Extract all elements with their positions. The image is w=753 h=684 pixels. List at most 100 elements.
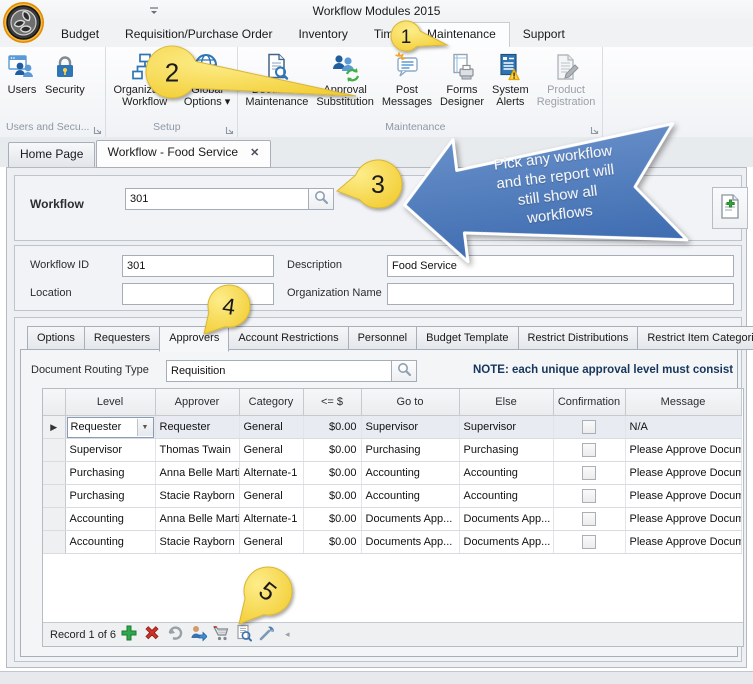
cell-else[interactable]: Supervisor (459, 416, 553, 439)
cell-approver[interactable]: Anna Belle Martin (155, 462, 239, 485)
doc-tab-home-page[interactable]: Home Page (8, 142, 95, 168)
table-row[interactable]: AccountingStacie RaybornGeneral$0.00Docu… (43, 531, 741, 554)
table-row[interactable]: SupervisorThomas TwainGeneral$0.00Purcha… (43, 439, 741, 462)
cell-category[interactable]: Alternate-1 (239, 462, 303, 485)
cell-category[interactable]: General (239, 531, 303, 554)
confirmation-checkbox[interactable] (582, 489, 596, 503)
organization-name-input[interactable] (387, 283, 734, 305)
delete-button[interactable] (142, 625, 162, 644)
cell-category[interactable]: General (239, 439, 303, 462)
close-icon[interactable]: ✕ (250, 142, 259, 165)
cell-approver[interactable]: Anna Belle Martin (155, 508, 239, 531)
cell-else[interactable]: Accounting (459, 462, 553, 485)
users-button[interactable]: Users (3, 50, 41, 98)
cell-level[interactable]: Accounting (65, 531, 155, 554)
cell-category[interactable]: Alternate-1 (239, 508, 303, 531)
ribbon-tab-time[interactable]: Time (361, 22, 413, 46)
cell-approver[interactable]: Stacie Rayborn (155, 531, 239, 554)
ribbon-tab-maintenance[interactable]: Maintenance (413, 22, 510, 47)
cell-message[interactable]: Please Approve Documen. (625, 485, 741, 508)
cell-message[interactable]: N/A (625, 416, 741, 439)
cell-confirmation[interactable] (553, 416, 625, 439)
cell-approver[interactable]: Stacie Rayborn (155, 485, 239, 508)
confirmation-checkbox[interactable] (582, 443, 596, 457)
dialog-launcher-icon[interactable] (225, 125, 234, 134)
forms-designer-button[interactable]: FormsDesigner (436, 50, 488, 110)
cell-amount[interactable]: $0.00 (303, 485, 361, 508)
dropdown-caret-icon[interactable]: ▼ (137, 419, 153, 436)
scroll-left-icon[interactable]: ◂ (285, 629, 290, 640)
column-header-message[interactable]: Message (625, 389, 741, 416)
tab-requesters[interactable]: Requesters (84, 326, 160, 350)
tab-restrict-item-categories[interactable]: Restrict Item Categories (637, 326, 753, 350)
ribbon-tab-inventory[interactable]: Inventory (285, 22, 360, 46)
dialog-launcher-icon[interactable] (93, 125, 102, 134)
tab-account-restrictions[interactable]: Account Restrictions (228, 326, 348, 350)
cell-level[interactable]: Purchasing (65, 462, 155, 485)
ribbon-tab-budget[interactable]: Budget (48, 22, 112, 46)
cell-level[interactable]: Supervisor (65, 439, 155, 462)
cell-confirmation[interactable] (553, 508, 625, 531)
description-input[interactable] (387, 255, 734, 277)
cell-message[interactable]: Please Approve Documen. (625, 508, 741, 531)
tab-personnel[interactable]: Personnel (348, 326, 418, 350)
add-button[interactable] (119, 625, 139, 644)
column-header-approver[interactable]: Approver (155, 389, 239, 416)
column-header-confirmation[interactable]: Confirmation (553, 389, 625, 416)
quick-access-caret-icon[interactable] (148, 5, 160, 17)
location-input[interactable] (122, 283, 274, 305)
preview-button[interactable] (234, 625, 254, 644)
cell-approver[interactable]: Requester (155, 416, 239, 439)
cell-goto[interactable]: Supervisor (361, 416, 459, 439)
cell-amount[interactable]: $0.00 (303, 508, 361, 531)
tools-button[interactable] (257, 625, 277, 644)
cell-confirmation[interactable] (553, 462, 625, 485)
cell-category[interactable]: General (239, 416, 303, 439)
cell-amount[interactable]: $0.00 (303, 416, 361, 439)
system-alerts-button[interactable]: SystemAlerts (488, 50, 533, 110)
cell-goto[interactable]: Accounting (361, 462, 459, 485)
tab-budget-template[interactable]: Budget Template (416, 326, 518, 350)
cell-amount[interactable]: $0.00 (303, 462, 361, 485)
column-header--$[interactable]: <= $ (303, 389, 361, 416)
workflow-id-input[interactable] (122, 255, 274, 277)
column-header-level[interactable]: Level (65, 389, 155, 416)
confirmation-checkbox[interactable] (582, 420, 596, 434)
security-button[interactable]: Security (41, 50, 89, 98)
cell-goto[interactable]: Purchasing (361, 439, 459, 462)
approval-substitution-button[interactable]: ApprovalSubstitution (312, 50, 377, 110)
cell-else[interactable]: Documents App... (459, 531, 553, 554)
doc-tab-workflow-food-service[interactable]: Workflow - Food Service✕ (96, 140, 272, 168)
confirmation-checkbox[interactable] (582, 535, 596, 549)
cell-goto[interactable]: Documents App... (361, 531, 459, 554)
document-maintenance-button[interactable]: DocumentMaintenance (241, 50, 312, 110)
cell-approver[interactable]: Thomas Twain (155, 439, 239, 462)
cell-message[interactable]: Please Approve Documen. (625, 462, 741, 485)
cell-else[interactable]: Purchasing (459, 439, 553, 462)
cell-goto[interactable]: Documents App... (361, 508, 459, 531)
workflow-search-button[interactable] (308, 188, 334, 210)
cell-amount[interactable]: $0.00 (303, 439, 361, 462)
cell-category[interactable]: General (239, 485, 303, 508)
cell-goto[interactable]: Accounting (361, 485, 459, 508)
post-messages-button[interactable]: PostMessages (378, 50, 436, 110)
cell-level[interactable]: Purchasing (65, 485, 155, 508)
tab-restrict-distributions[interactable]: Restrict Distributions (518, 326, 639, 350)
table-row[interactable]: AccountingAnna Belle MartinAlternate-1$0… (43, 508, 741, 531)
cell-level[interactable]: Accounting (65, 508, 155, 531)
product-registration-button[interactable]: ProductRegistration (533, 50, 600, 110)
ribbon-tab-support[interactable]: Support (510, 22, 578, 46)
column-header-category[interactable]: Category (239, 389, 303, 416)
workflow-input[interactable] (125, 188, 312, 210)
column-header-go-to[interactable]: Go to (361, 389, 459, 416)
cell-message[interactable]: Please Approve Documen. (625, 531, 741, 554)
column-header-else[interactable]: Else (459, 389, 553, 416)
cell-message[interactable]: Please Approve Documen. (625, 439, 741, 462)
cell-else[interactable]: Accounting (459, 485, 553, 508)
confirmation-checkbox[interactable] (582, 466, 596, 480)
ribbon-tab-requisition-purchase-order[interactable]: Requisition/Purchase Order (112, 22, 285, 46)
routing-search-button[interactable] (391, 360, 417, 382)
app-logo-icon[interactable] (2, 1, 45, 44)
cart-button[interactable] (211, 625, 231, 644)
user-assign-button[interactable] (188, 625, 208, 644)
